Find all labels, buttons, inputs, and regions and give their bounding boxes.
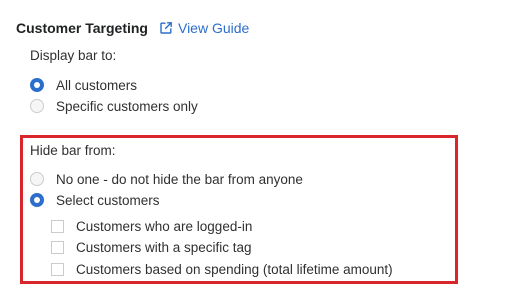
checkbox-label: Customers with a specific tag [76,239,252,255]
radio-all-customers[interactable]: All customers [30,76,137,94]
radio-label: Specific customers only [56,98,198,114]
radio-label: All customers [56,77,138,93]
checkbox-spending[interactable]: Customers based on spending (total lifet… [51,260,393,278]
radio-button-selected[interactable] [30,193,44,207]
checkbox-logged-in[interactable]: Customers who are logged-in [51,217,252,235]
customer-targeting-panel: Customer Targeting View Guide Display ba… [0,0,506,289]
display-bar-label: Display bar to: [30,48,117,63]
radio-select-customers[interactable]: Select customers [30,191,160,209]
radio-label: Select customers [56,192,160,208]
checkbox[interactable] [51,240,64,254]
checkbox[interactable] [51,219,64,233]
radio-specific-customers[interactable]: Specific customers only [30,97,198,115]
section-header: Customer Targeting View Guide [16,18,249,38]
radio-button[interactable] [30,172,44,186]
hide-bar-label: Hide bar from: [30,143,116,158]
checkbox[interactable] [51,262,64,276]
checkbox-specific-tag[interactable]: Customers with a specific tag [51,238,252,256]
external-link-icon [159,21,173,35]
radio-label: No one - do not hide the bar from anyone [56,171,303,187]
checkbox-label: Customers who are logged-in [76,218,253,234]
checkbox-label: Customers based on spending (total lifet… [76,261,393,277]
view-guide-link[interactable]: View Guide [159,20,249,36]
section-title: Customer Targeting [16,20,148,36]
view-guide-label: View Guide [177,20,250,36]
radio-no-one[interactable]: No one - do not hide the bar from anyone [30,170,303,188]
radio-button[interactable] [30,99,44,113]
radio-button-selected[interactable] [30,78,44,92]
